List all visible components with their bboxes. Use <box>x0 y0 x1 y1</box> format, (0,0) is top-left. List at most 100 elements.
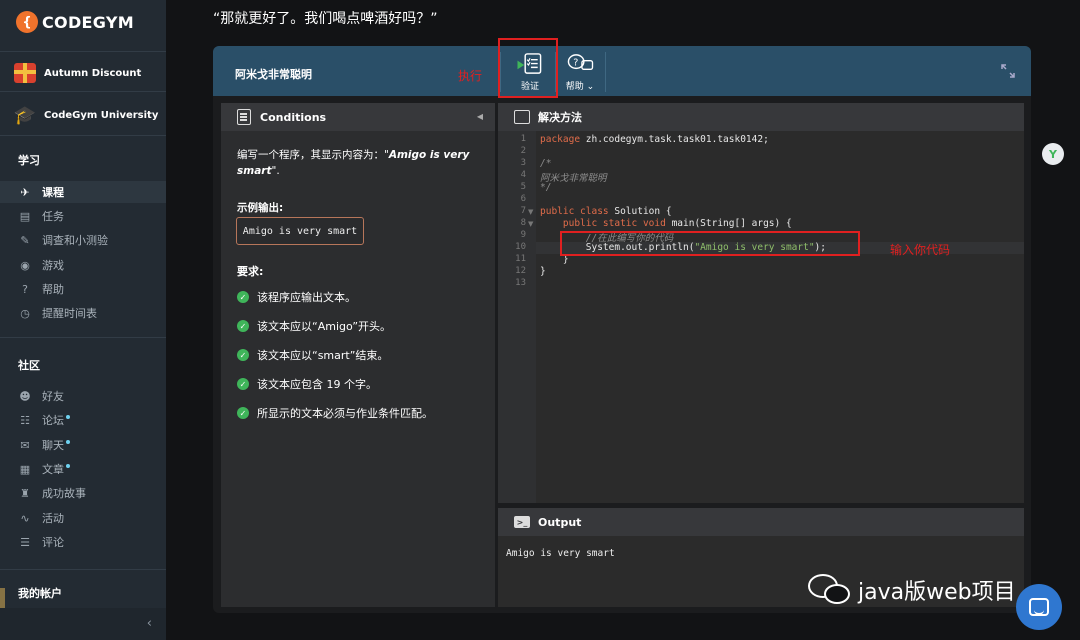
codegym-university-link[interactable]: 🎓 CodeGym University <box>12 104 159 126</box>
editor-header: 解决方法 <box>498 103 1024 131</box>
desc-suffix: ". <box>271 165 280 177</box>
requirement-text: 该程序应输出文本。 <box>257 291 356 304</box>
articles-icon: ▦ <box>19 462 31 476</box>
requirement-item: ✓ 该程序应输出文本。 <box>237 289 356 305</box>
collapse-left-icon[interactable]: ◀ <box>477 112 483 121</box>
line-number: 11 <box>515 254 526 264</box>
requirements-label: 要求: <box>237 265 264 278</box>
survey-icon: ✎ <box>20 233 30 247</box>
reviews-icon: ☰ <box>20 535 30 549</box>
help-label: 帮助 ⌄ <box>565 82 595 92</box>
sidebar-item-label: 文章 <box>42 463 64 476</box>
line-number: 4 <box>520 170 526 180</box>
gift-icon <box>14 63 36 83</box>
requirement-text: 所显示的文本必须与作业条件匹配。 <box>257 407 433 420</box>
sample-output-label: 示例输出: <box>237 202 284 214</box>
wechat-watermark: java版web项目 <box>806 572 1016 608</box>
lesson-quote: “那就更好了。我们喝点啤酒好吗？” <box>213 11 438 27</box>
sidebar-item-reviews[interactable]: ☰ 评论 <box>0 531 166 553</box>
line-number: 10 <box>515 242 526 252</box>
annotation-input-code-label: 输入你代码 <box>890 243 951 257</box>
line-number: 9 <box>520 230 526 240</box>
autumn-discount-label: Autumn Discount <box>44 67 142 79</box>
line-number: 3 <box>520 158 526 168</box>
section-title-learning: 学习 <box>18 154 40 167</box>
sidebar-item-tasks[interactable]: ▤ 任务 <box>0 205 166 227</box>
new-indicator <box>66 415 70 419</box>
check-icon: ✓ <box>237 349 249 361</box>
help-icon: ? <box>22 282 28 296</box>
wechat-icon <box>806 572 852 608</box>
terminal-icon: >_ <box>514 516 530 528</box>
sidebar-item-articles[interactable]: ▦ 文章 <box>0 458 166 480</box>
autumn-discount-link[interactable]: Autumn Discount <box>12 62 141 84</box>
fold-arrow-icon[interactable]: ▼ <box>528 220 533 228</box>
output-title: Output <box>538 515 582 529</box>
code-line: */ <box>540 182 552 193</box>
sidebar-item-stories[interactable]: ♜ 成功故事 <box>0 482 166 504</box>
sidebar-item-survey[interactable]: ✎ 调查和小测验 <box>0 229 166 251</box>
activity-icon: ∿ <box>20 511 30 525</box>
sidebar-item-label: 任务 <box>42 210 64 223</box>
section-title-my-account[interactable]: 我的帐户 <box>18 585 62 601</box>
tasks-icon: ▤ <box>19 209 31 223</box>
conditions-title: Conditions <box>260 110 327 124</box>
requirement-text: 该文本应以“smart”结束。 <box>257 349 389 362</box>
code-line: package zh.codegym.task.task01.task0142; <box>540 134 769 145</box>
sidebar-item-label: 聊天 <box>42 439 64 452</box>
check-icon: ✓ <box>237 291 249 303</box>
sidebar-item-schedule[interactable]: ◷ 提醒时间表 <box>0 302 166 324</box>
svg-text:?: ? <box>573 57 578 68</box>
editor-title: 解决方法 <box>538 111 582 124</box>
stories-icon: ♜ <box>20 486 30 500</box>
sidebar-item-label: 课程 <box>42 186 64 199</box>
requirement-item: ✓ 该文本应以“Amigo”开头。 <box>237 318 391 334</box>
help-dropdown-button[interactable]: ? 帮助 ⌄ <box>560 52 600 92</box>
sidebar-item-chat[interactable]: ✉ 聊天 <box>0 434 166 456</box>
chat-bubble-icon <box>1029 598 1049 616</box>
line-number: 7 <box>520 206 526 216</box>
task-title: 阿米戈非常聪明 <box>235 68 312 81</box>
browser-extension-badge[interactable]: Y <box>1042 143 1064 165</box>
support-chat-button[interactable] <box>1016 584 1062 630</box>
codegym-logo[interactable]: { CODEGYM <box>16 11 134 33</box>
conditions-header: Conditions ◀ <box>221 103 495 131</box>
graduation-cap-icon: 🎓 <box>13 104 37 126</box>
fold-arrow-icon[interactable]: ▼ <box>528 208 533 216</box>
rocket-icon: ✈ <box>20 185 30 199</box>
chat-icon: ✉ <box>20 438 30 452</box>
sidebar-item-activity[interactable]: ∿ 活动 <box>0 507 166 529</box>
new-indicator <box>66 440 70 444</box>
line-number: 1 <box>520 134 526 144</box>
collapse-sidebar-button[interactable]: ‹ <box>0 608 166 640</box>
line-number: 8 <box>520 218 526 228</box>
sidebar-item-label: 论坛 <box>42 414 64 427</box>
check-icon: ✓ <box>237 407 249 419</box>
code-line: } <box>540 266 546 277</box>
line-number: 13 <box>515 278 526 288</box>
sidebar-item-label: 帮助 <box>42 283 64 296</box>
sidebar-item-label: 成功故事 <box>42 487 86 500</box>
divider <box>0 91 166 92</box>
sidebar-item-friends[interactable]: ☻ 好友 <box>0 385 166 407</box>
sidebar-item-course[interactable]: ✈ 课程 <box>0 181 166 203</box>
new-indicator <box>66 464 70 468</box>
fullscreen-icon[interactable] <box>1001 64 1015 78</box>
sidebar-item-forum[interactable]: ☷ 论坛 <box>0 409 166 431</box>
sidebar-item-help[interactable]: ? 帮助 <box>0 278 166 300</box>
line-number: 12 <box>515 266 526 276</box>
line-number: 6 <box>520 194 526 204</box>
divider <box>0 135 166 136</box>
task-toolbar: 阿米戈非常聪明 验证 ? 帮助 ⌄ <box>213 46 1031 96</box>
requirement-text: 该文本应以“Amigo”开头。 <box>257 320 392 333</box>
section-title-community: 社区 <box>18 359 40 372</box>
annotation-box-code <box>560 231 860 256</box>
requirement-item: ✓ 所显示的文本必须与作业条件匹配。 <box>237 405 433 421</box>
clipboard-icon <box>237 109 251 125</box>
annotation-run-label: 执行 <box>458 69 483 83</box>
output-header: >_ Output <box>498 508 1024 536</box>
sidebar-item-games[interactable]: ◉ 游戏 <box>0 254 166 276</box>
task-panel: 阿米戈非常聪明 验证 ? 帮助 ⌄ Conditions ◀ 编写一个程序，其显… <box>213 46 1031 613</box>
logo-text: CODEGYM <box>42 12 134 32</box>
help-chat-icon: ? <box>567 54 594 70</box>
